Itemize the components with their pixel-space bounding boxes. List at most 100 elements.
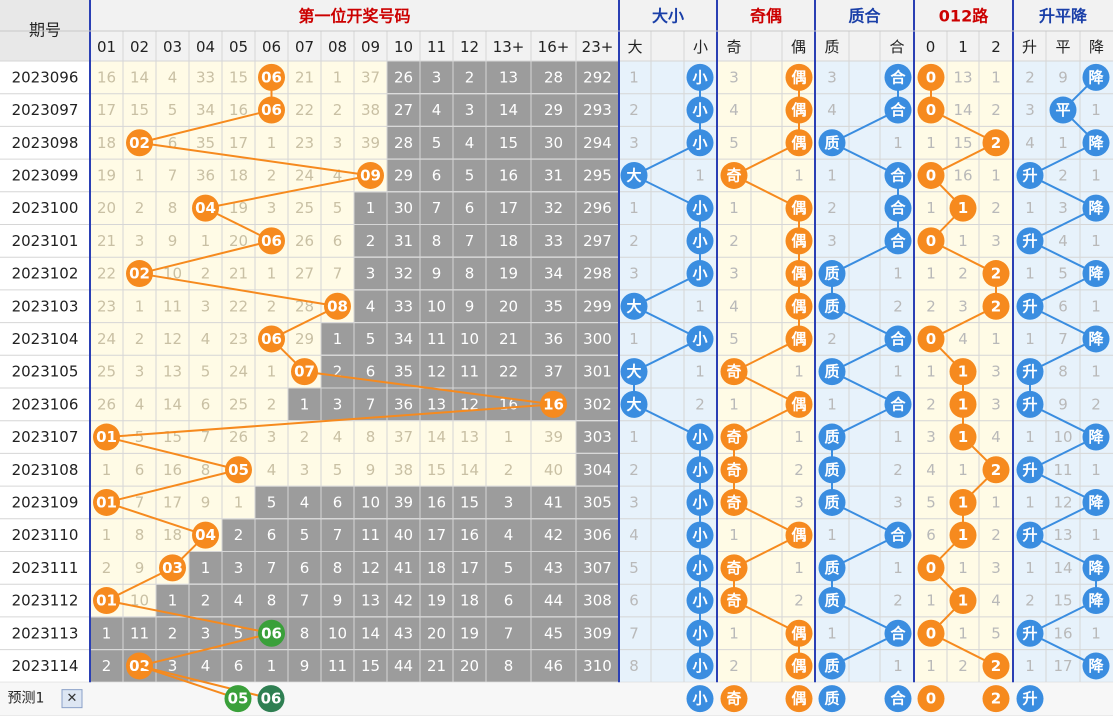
number-cell: 5 (333, 199, 343, 217)
sec-cell: 1 (1025, 493, 1035, 511)
number-cell: 2 (267, 395, 277, 413)
number-cell: 37 (361, 68, 380, 86)
sec-cell: 1 (958, 624, 968, 642)
sec-cell: 1 (827, 395, 837, 413)
number-cell: 2 (168, 624, 178, 642)
number-cell: 34 (394, 330, 413, 348)
number-cell: 22 (499, 363, 518, 381)
number-cell: 1 (102, 624, 112, 642)
number-cell: 1 (168, 592, 178, 610)
number-cell: 14 (499, 101, 518, 119)
number-cell: 5 (267, 493, 277, 511)
number-cell: 27 (295, 265, 314, 283)
number-cell: 1 (366, 199, 376, 217)
number-cell: 11 (427, 330, 446, 348)
trend-ball-label: 降 (1088, 330, 1104, 348)
number-cell: 26 (295, 232, 314, 250)
number-ball-label: 01 (96, 493, 117, 511)
number-cell: 44 (544, 592, 563, 610)
period-cell: 2023113 (12, 624, 79, 642)
sec-cell: 2 (629, 101, 639, 119)
sec-cell: 2 (926, 395, 936, 413)
size-ball-label: 小 (692, 624, 707, 642)
sec-cell: 6 (629, 592, 639, 610)
sec-cell: 15 (953, 134, 972, 152)
number-cell: 7 (135, 493, 145, 511)
number-cell: 17 (97, 101, 116, 119)
group-header-0: 第一位开奖号码 (298, 7, 410, 26)
route-ball-label: 1 (958, 363, 968, 381)
sub-header-9: 10 (394, 38, 413, 56)
sec-cell: 1 (958, 232, 968, 250)
number-ball-label: 01 (96, 428, 117, 446)
number-cell: 3 (333, 395, 343, 413)
number-cell: 4 (432, 101, 442, 119)
number-cell: 7 (267, 559, 277, 577)
sec-cell: 2 (991, 526, 1001, 544)
number-cell: 6 (201, 395, 211, 413)
number-cell: 8 (504, 657, 514, 675)
sec-cell: 1 (1058, 134, 1068, 152)
route-ball-label: 1 (958, 493, 968, 511)
number-cell: 18 (97, 134, 116, 152)
number-cell: 8 (201, 461, 211, 479)
number-cell: 6 (168, 134, 178, 152)
shape-ball-label: 合 (889, 526, 906, 544)
number-cell: 25 (295, 199, 314, 217)
number-cell: 19 (499, 265, 518, 283)
sec-cell: 8 (629, 657, 639, 675)
number-cell: 8 (168, 199, 178, 217)
number-cell: 306 (583, 526, 612, 544)
number-cell: 9 (168, 232, 178, 250)
size-ball-label: 小 (692, 461, 707, 479)
number-cell: 29 (394, 166, 413, 184)
number-cell: 3 (432, 68, 442, 86)
route-ball-label: 0 (926, 624, 936, 642)
sub-header-2: 03 (163, 38, 182, 56)
sec-cell: 4 (629, 526, 639, 544)
number-cell: 11 (361, 526, 380, 544)
shape-ball-label: 质 (824, 134, 839, 152)
number-cell: 6 (234, 657, 244, 675)
number-cell: 6 (333, 493, 343, 511)
sec-cell: 4 (991, 592, 1001, 610)
number-cell: 5 (333, 461, 343, 479)
number-cell: 3 (135, 363, 145, 381)
number-cell: 17 (460, 559, 479, 577)
size-ball-label: 小 (692, 592, 707, 610)
sec-cell: 1 (729, 199, 739, 217)
route-ball-label: 1 (958, 199, 968, 217)
sec-cell: 2 (794, 592, 804, 610)
number-cell: 11 (130, 624, 149, 642)
size-ball-label: 小 (692, 330, 707, 348)
sec-cell: 2 (991, 199, 1001, 217)
shape-ball-label: 合 (889, 199, 906, 217)
number-cell: 1 (234, 493, 244, 511)
number-cell: 1 (267, 657, 277, 675)
number-cell: 10 (361, 493, 380, 511)
sec-cell: 1 (629, 68, 639, 86)
number-cell: 1 (333, 68, 343, 86)
sec-cell: 2 (926, 297, 936, 315)
number-ball-label: 16 (543, 395, 564, 413)
parity-ball-label: 奇 (726, 428, 741, 446)
predict-trend-ball-label: 升 (1022, 690, 1037, 708)
number-cell: 24 (97, 330, 116, 348)
sec-cell: 3 (794, 493, 804, 511)
number-cell: 29 (544, 101, 563, 119)
sec-cell: 1 (1025, 330, 1035, 348)
sec-cell: 1 (1091, 461, 1101, 479)
number-cell: 20 (499, 297, 518, 315)
number-cell: 14 (361, 624, 380, 642)
number-cell: 38 (394, 461, 413, 479)
sec-cell: 6 (926, 526, 936, 544)
number-cell: 6 (504, 592, 514, 610)
number-cell: 6 (465, 199, 475, 217)
number-cell: 298 (583, 265, 612, 283)
sec-cell: 1 (695, 363, 705, 381)
sec-cell: 5 (629, 559, 639, 577)
trend-ball-label: 升 (1022, 526, 1037, 544)
number-cell: 4 (333, 428, 343, 446)
predict-row (0, 682, 1113, 715)
sub-header-23: 2 (991, 38, 1001, 56)
